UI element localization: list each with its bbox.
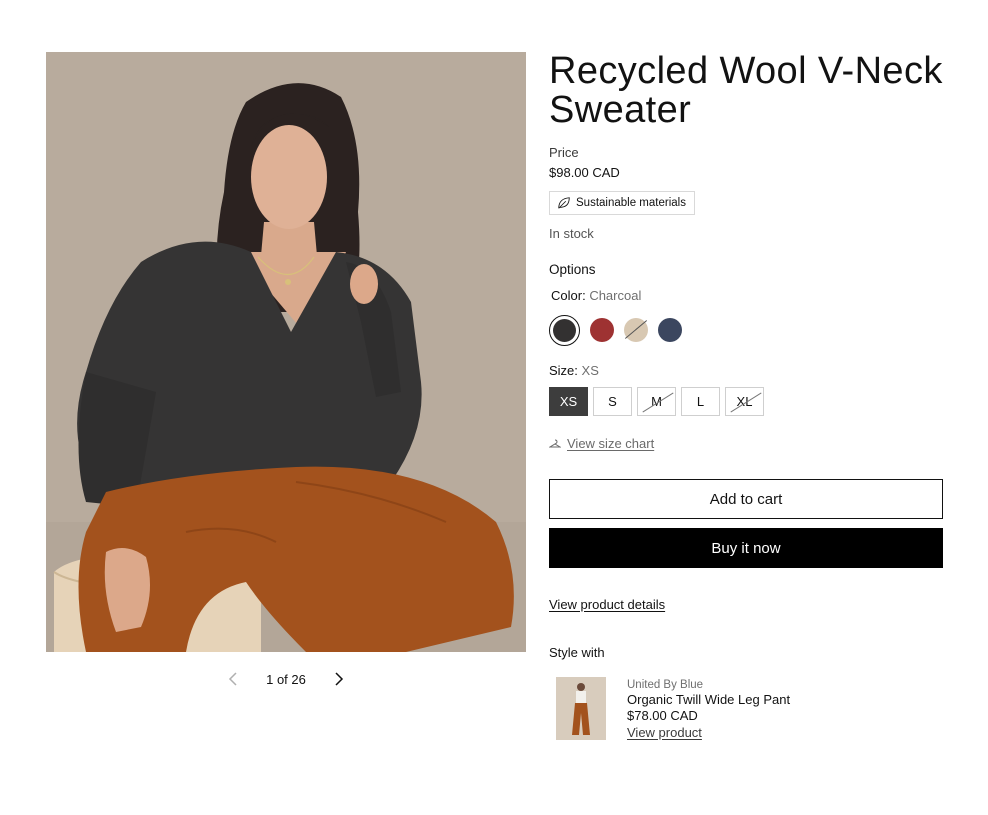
size-xl[interactable]: XL — [725, 387, 764, 416]
size-l[interactable]: L — [681, 387, 720, 416]
add-to-cart-button[interactable]: Add to cart — [549, 479, 943, 519]
gallery-pager: 1 of 26 — [46, 667, 526, 691]
recommended-price: $78.00 CAD — [627, 708, 698, 723]
product-title: Recycled Wool V-Neck Sweater — [549, 50, 943, 131]
next-image-button[interactable] — [327, 667, 351, 691]
gallery-counter: 1 of 26 — [266, 671, 306, 687]
pant-thumbnail — [556, 677, 606, 740]
leaf-icon — [558, 197, 570, 209]
recommended-name: Organic Twill Wide Leg Pant — [627, 692, 791, 707]
color-label-text: Color: — [551, 288, 586, 303]
selected-color-value: Charcoal — [589, 288, 642, 303]
product-info: Recycled Wool V-Neck Sweater Price $98.0… — [549, 52, 943, 742]
color-label: Color: Charcoal — [551, 288, 943, 303]
size-options: XS S M L XL — [549, 387, 943, 416]
size-s[interactable]: S — [593, 387, 632, 416]
stock-status: In stock — [549, 226, 594, 241]
options-heading: Options — [549, 262, 596, 277]
swatch-navy[interactable] — [658, 318, 682, 342]
price-label: Price — [549, 145, 579, 160]
product-image[interactable] — [46, 52, 526, 652]
recommended-product: United By Blue Organic Twill Wide Leg Pa… — [556, 677, 943, 742]
recommended-vendor: United By Blue — [627, 679, 704, 691]
selected-size-value: XS — [581, 363, 599, 378]
previous-image-button[interactable] — [221, 667, 245, 691]
chevron-left-icon — [228, 672, 237, 686]
recommended-product-meta: United By Blue Organic Twill Wide Leg Pa… — [627, 677, 790, 742]
recommended-product-image[interactable] — [556, 677, 606, 740]
view-product-link[interactable]: View product — [627, 725, 702, 740]
swatch-oatmeal[interactable] — [624, 318, 648, 342]
hanger-icon — [549, 439, 561, 447]
swatch-charcoal[interactable] — [549, 314, 580, 346]
size-m[interactable]: M — [637, 387, 676, 416]
view-product-details-link[interactable]: View product details — [549, 597, 665, 612]
color-swatches — [549, 314, 943, 346]
style-with-heading: Style with — [549, 645, 605, 660]
size-label-text: Size: — [549, 363, 578, 378]
product-price: $98.00 CAD — [549, 165, 620, 180]
swatch-red[interactable] — [590, 318, 614, 342]
size-chart-link[interactable]: View size chart — [549, 436, 943, 451]
sustainable-badge: Sustainable materials — [549, 191, 695, 215]
chevron-right-icon — [335, 672, 344, 686]
size-label: Size: XS — [549, 363, 943, 378]
size-xs[interactable]: XS — [549, 387, 588, 416]
badge-label: Sustainable materials — [576, 197, 686, 209]
product-photo-illustration — [46, 52, 526, 652]
unavailable-strike — [624, 320, 648, 339]
buy-it-now-button[interactable]: Buy it now — [549, 528, 943, 568]
swatch-charcoal-fill — [553, 318, 576, 342]
size-chart-label: View size chart — [567, 436, 655, 451]
